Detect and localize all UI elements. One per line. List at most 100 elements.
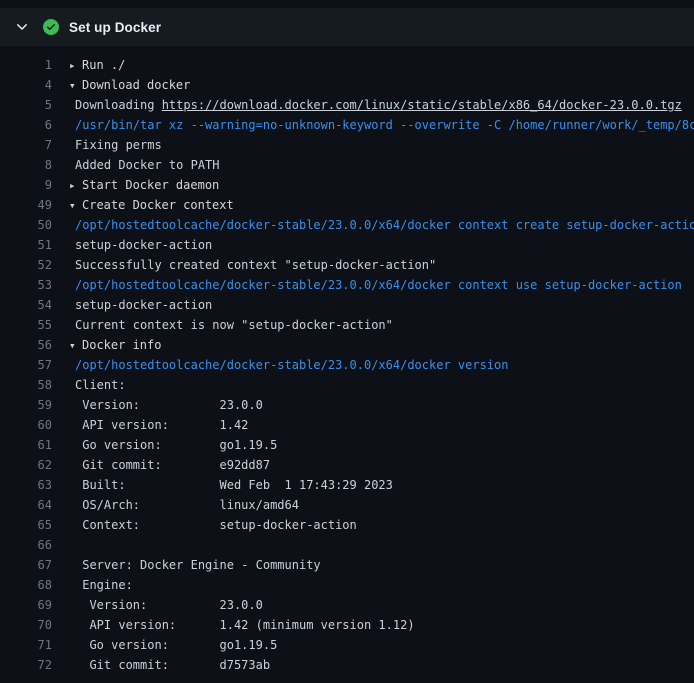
line-number[interactable]: 71 xyxy=(0,635,52,655)
log-command: /opt/hostedtoolcache/docker-stable/23.0.… xyxy=(69,355,508,375)
log-text: Context: setup-docker-action xyxy=(69,515,357,535)
line-number[interactable]: 52 xyxy=(0,255,52,275)
group-title: Start Docker daemon xyxy=(82,178,219,192)
log-group-content: ▾Create Docker context xyxy=(69,195,234,215)
chevron-right-icon[interactable]: ▸ xyxy=(69,56,82,75)
chevron-down-icon[interactable]: ▾ xyxy=(69,336,82,355)
log-group-header[interactable]: 9 ▸Start Docker daemon xyxy=(0,175,694,195)
log-output: 1▸Run ./4▾Download docker5Downloading ht… xyxy=(0,46,694,675)
line-number[interactable]: 72 xyxy=(0,655,52,675)
line-number[interactable]: 58 xyxy=(0,375,52,395)
log-line: 50/opt/hostedtoolcache/docker-stable/23.… xyxy=(0,215,694,235)
log-line: 7 Fixing perms xyxy=(0,135,694,155)
log-line: 70 API version: 1.42 (minimum version 1.… xyxy=(0,615,694,635)
log-command: /usr/bin/tar xz --warning=no-unknown-key… xyxy=(69,115,694,135)
log-text: API version: 1.42 (minimum version 1.12) xyxy=(69,615,415,635)
log-text: Go version: go1.19.5 xyxy=(69,435,277,455)
log-text: Git commit: e92dd87 xyxy=(69,455,270,475)
line-number[interactable]: 6 xyxy=(0,115,52,135)
log-text: API version: 1.42 xyxy=(69,415,248,435)
log-line: 53/opt/hostedtoolcache/docker-stable/23.… xyxy=(0,275,694,295)
log-line: 58 Client: xyxy=(0,375,694,395)
log-text: Successfully created context "setup-dock… xyxy=(69,255,436,275)
line-number[interactable]: 61 xyxy=(0,435,52,455)
log-line: 69 Version: 23.0.0 xyxy=(0,595,694,615)
line-number[interactable]: 4 xyxy=(0,75,52,95)
log-group-header[interactable]: 1 ▸Run ./ xyxy=(0,55,694,75)
log-link[interactable]: https://download.docker.com/linux/static… xyxy=(162,98,682,112)
log-line: 61 Go version: go1.19.5 xyxy=(0,435,694,455)
line-number[interactable]: 69 xyxy=(0,595,52,615)
log-line: 5 Downloading https://download.docker.com… xyxy=(0,95,694,115)
log-line: 62 Git commit: e92dd87 xyxy=(0,455,694,475)
check-circle-icon xyxy=(43,19,59,35)
line-number[interactable]: 55 xyxy=(0,315,52,335)
line-number[interactable]: 1 xyxy=(0,55,52,75)
log-text: Fixing perms xyxy=(69,135,162,155)
chevron-down-icon[interactable] xyxy=(14,19,30,35)
log-group-header[interactable]: 49 ▾Create Docker context xyxy=(0,195,694,215)
line-number[interactable]: 54 xyxy=(0,295,52,315)
line-number[interactable]: 57 xyxy=(0,355,52,375)
chevron-down-icon[interactable]: ▾ xyxy=(69,196,82,215)
line-number[interactable]: 63 xyxy=(0,475,52,495)
log-line: 59 Version: 23.0.0 xyxy=(0,395,694,415)
line-number[interactable]: 56 xyxy=(0,335,52,355)
line-number[interactable]: 59 xyxy=(0,395,52,415)
log-text: Engine: xyxy=(69,575,133,595)
line-number[interactable]: 49 xyxy=(0,195,52,215)
log-text: setup-docker-action xyxy=(69,295,212,315)
line-number[interactable]: 64 xyxy=(0,495,52,515)
line-number[interactable]: 7 xyxy=(0,135,52,155)
log-text: Version: 23.0.0 xyxy=(69,395,263,415)
chevron-down-icon[interactable]: ▾ xyxy=(69,76,82,95)
line-number[interactable]: 9 xyxy=(0,175,52,195)
line-number[interactable]: 8 xyxy=(0,155,52,175)
line-number[interactable]: 65 xyxy=(0,515,52,535)
group-title: Download docker xyxy=(82,78,190,92)
line-number[interactable]: 50 xyxy=(0,215,52,235)
log-line: 60 API version: 1.42 xyxy=(0,415,694,435)
log-line: 52 Successfully created context "setup-do… xyxy=(0,255,694,275)
step-header[interactable]: Set up Docker xyxy=(0,8,694,46)
log-line: 54 setup-docker-action xyxy=(0,295,694,315)
log-group-content: ▸Start Docker daemon xyxy=(69,175,219,195)
log-text: Client: xyxy=(69,375,126,395)
log-text: Added Docker to PATH xyxy=(69,155,220,175)
log-text: Downloading https://download.docker.com/… xyxy=(69,95,682,115)
workflow-step-log-page: Set up Docker 1▸Run ./4▾Download docker5… xyxy=(0,0,694,683)
log-line: 65 Context: setup-docker-action xyxy=(0,515,694,535)
line-number[interactable]: 66 xyxy=(0,535,52,555)
log-line: 63 Built: Wed Feb 1 17:43:29 2023 xyxy=(0,475,694,495)
log-text: Current context is now "setup-docker-act… xyxy=(69,315,393,335)
line-number[interactable]: 68 xyxy=(0,575,52,595)
log-group-header[interactable]: 56 ▾Docker info xyxy=(0,335,694,355)
chevron-right-icon[interactable]: ▸ xyxy=(69,176,82,195)
line-number[interactable]: 67 xyxy=(0,555,52,575)
log-text: Built: Wed Feb 1 17:43:29 2023 xyxy=(69,475,393,495)
log-command: /opt/hostedtoolcache/docker-stable/23.0.… xyxy=(69,215,694,235)
log-text xyxy=(69,535,75,555)
log-text-prefix: Downloading xyxy=(75,98,162,112)
log-group-header[interactable]: 4 ▾Download docker xyxy=(0,75,694,95)
log-line: 55 Current context is now "setup-docker-a… xyxy=(0,315,694,335)
log-line: 51setup-docker-action xyxy=(0,235,694,255)
log-group-content: ▸Run ./ xyxy=(69,55,125,75)
log-group-content: ▾Docker info xyxy=(69,335,161,355)
log-text: Go version: go1.19.5 xyxy=(69,635,277,655)
line-number[interactable]: 62 xyxy=(0,455,52,475)
log-line: 8 Added Docker to PATH xyxy=(0,155,694,175)
line-number[interactable]: 5 xyxy=(0,95,52,115)
line-number[interactable]: 51 xyxy=(0,235,52,255)
log-line: 6/usr/bin/tar xz --warning=no-unknown-ke… xyxy=(0,115,694,135)
log-line: 72 Git commit: d7573ab xyxy=(0,655,694,675)
log-text: OS/Arch: linux/amd64 xyxy=(69,495,299,515)
line-number[interactable]: 60 xyxy=(0,415,52,435)
group-title: Create Docker context xyxy=(82,198,234,212)
log-group-content: ▾Download docker xyxy=(69,75,190,95)
log-line: 68 Engine: xyxy=(0,575,694,595)
line-number[interactable]: 53 xyxy=(0,275,52,295)
log-line: 71 Go version: go1.19.5 xyxy=(0,635,694,655)
line-number[interactable]: 70 xyxy=(0,615,52,635)
log-line: 66 xyxy=(0,535,694,555)
